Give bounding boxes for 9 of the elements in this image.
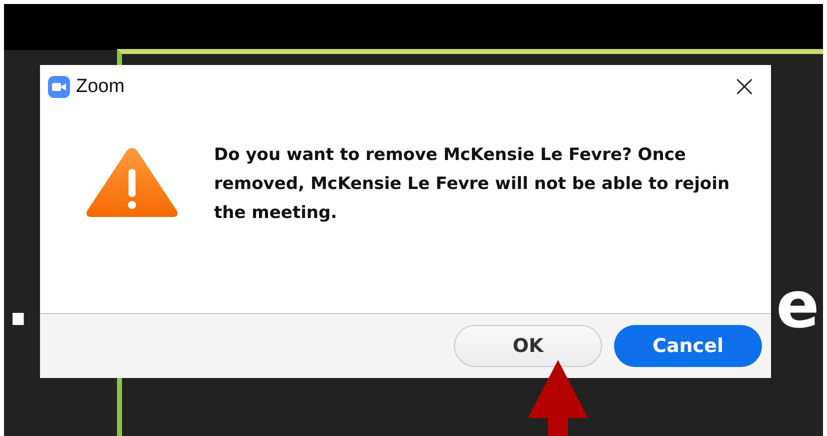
dialog-message: Do you want to remove McKensie Le Fevre? Once removed, McKensie Le Fevre will not be able to rejoin the meeting. (214, 144, 731, 225)
camera-icon (48, 76, 70, 98)
window-title: Zoom (76, 76, 126, 98)
close-button[interactable]: × (726, 72, 763, 102)
background-text: e (776, 274, 820, 338)
cancel-button[interactable]: Cancel (614, 325, 762, 367)
ok-button[interactable]: OK (454, 325, 602, 367)
warning-icon (84, 145, 180, 219)
background-text: . (6, 272, 30, 336)
